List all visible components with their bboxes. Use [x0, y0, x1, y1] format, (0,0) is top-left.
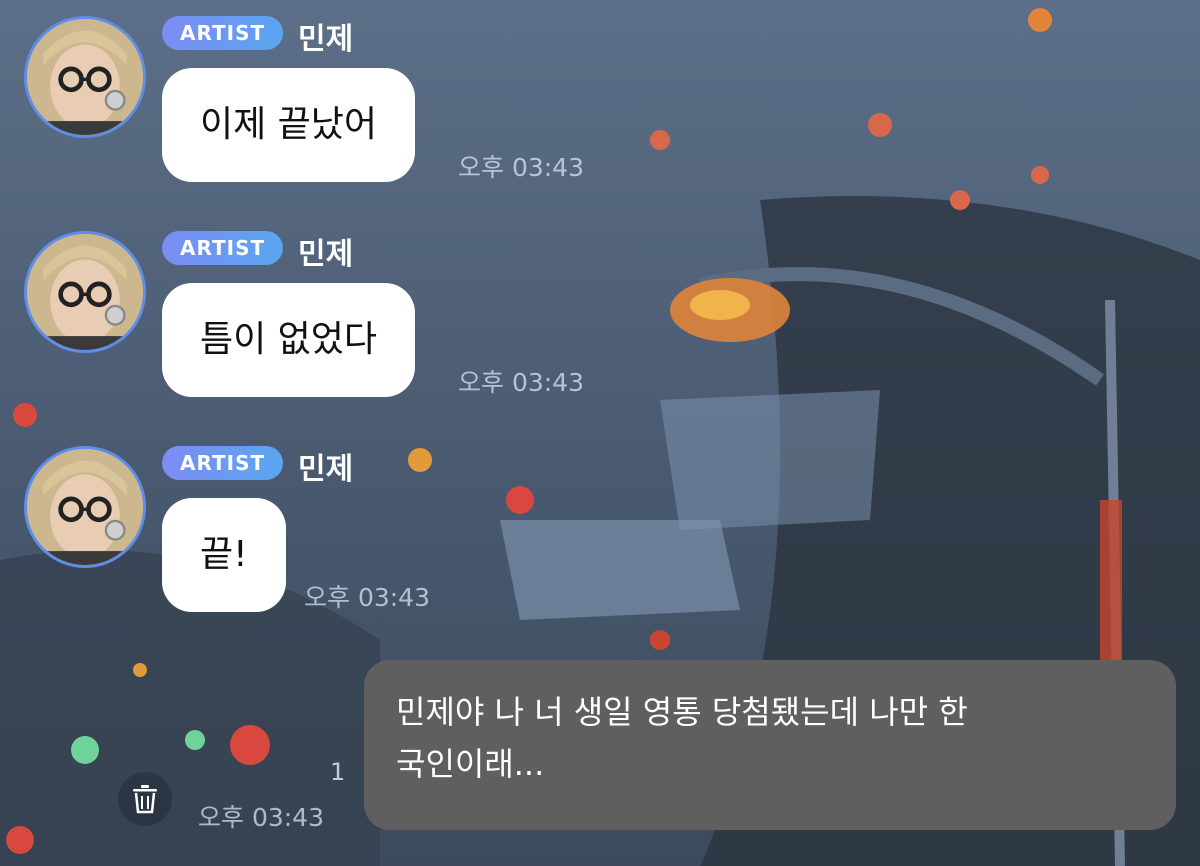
avatar[interactable] — [24, 16, 146, 138]
artist-badge: ARTIST — [162, 231, 284, 265]
delete-button[interactable] — [118, 772, 172, 826]
message-time: 오후 03:43 — [458, 153, 584, 182]
sender-name: 민제 — [298, 22, 354, 57]
my-message-line: 국인이래... — [396, 745, 545, 783]
my-message-line: 민제야 나 너 생일 영통 당첨됐는데 나만 한 — [396, 693, 968, 731]
artist-badge: ARTIST — [162, 16, 284, 50]
sender-name: 민제 — [298, 237, 354, 272]
my-message-bubble[interactable]: 민제야 나 너 생일 영통 당첨됐는데 나만 한 국인이래... — [364, 660, 1176, 830]
message-bubble[interactable]: 틈이 없었다 — [162, 283, 416, 397]
message-bubble[interactable]: 끝! — [162, 498, 286, 612]
message-bubble[interactable]: 이제 끝났어 — [162, 68, 416, 182]
avatar-photo — [27, 449, 143, 565]
trash-icon — [133, 785, 157, 814]
message-time: 오후 03:43 — [198, 803, 324, 832]
message-time: 오후 03:43 — [458, 368, 584, 397]
artist-badge: ARTIST — [162, 446, 284, 480]
sender-name: 민제 — [298, 452, 354, 487]
avatar-photo — [27, 234, 143, 350]
message-time: 오후 03:43 — [304, 583, 430, 612]
avatar[interactable] — [24, 231, 146, 353]
unread-count: 1 — [330, 758, 346, 786]
avatar-photo — [27, 19, 143, 135]
avatar[interactable] — [24, 446, 146, 568]
